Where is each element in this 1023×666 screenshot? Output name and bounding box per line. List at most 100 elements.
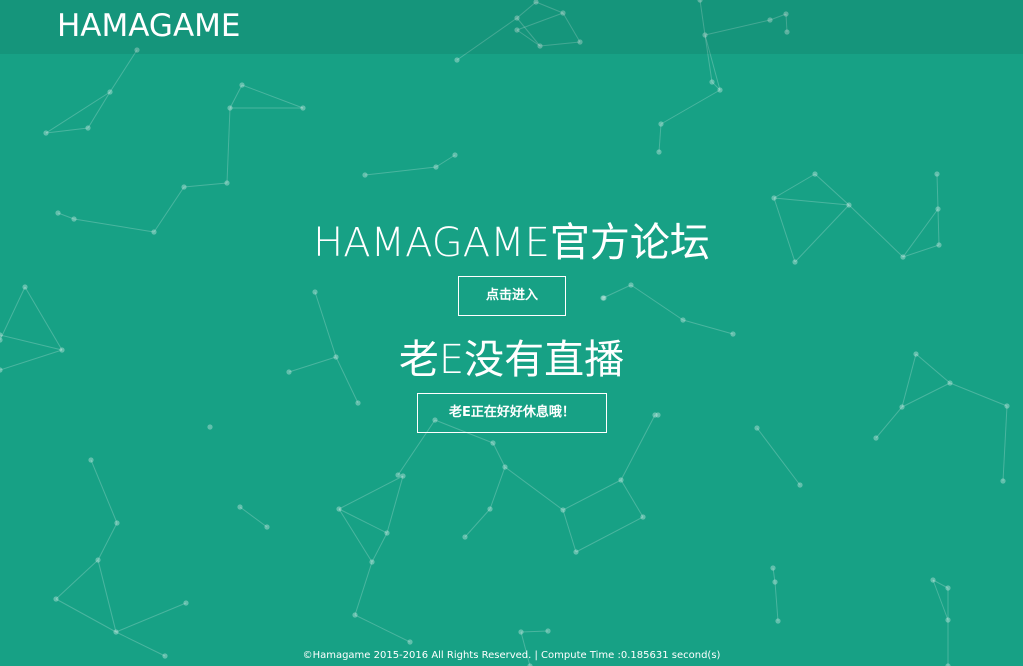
network-dot xyxy=(300,105,306,111)
network-dot xyxy=(628,282,634,288)
network-line xyxy=(682,319,734,335)
network-line xyxy=(489,466,506,510)
network-line xyxy=(371,532,388,563)
network-dot xyxy=(400,473,406,479)
page: HAMAGAME HAMAGAME官方论坛 点击进入 老E没有直播 老E正在好好… xyxy=(0,0,1023,666)
network-dot xyxy=(181,184,187,190)
network-line xyxy=(602,284,632,299)
network-dot xyxy=(945,585,951,591)
network-line xyxy=(575,516,644,553)
network-dot xyxy=(395,472,401,478)
network-dot xyxy=(224,180,230,186)
network-dot xyxy=(656,149,662,155)
network-dot xyxy=(873,435,879,441)
network-dot xyxy=(655,412,661,418)
network-dot xyxy=(775,618,781,624)
network-dot xyxy=(95,557,101,563)
network-line xyxy=(620,479,644,518)
network-dot xyxy=(362,172,368,178)
network-line xyxy=(97,522,118,561)
network-dot xyxy=(797,482,803,488)
network-dot xyxy=(560,507,566,513)
network-dot xyxy=(312,289,318,295)
network-line xyxy=(55,559,99,600)
network-line xyxy=(229,84,243,109)
network-dot xyxy=(114,520,120,526)
network-dot xyxy=(336,506,342,512)
network-line xyxy=(630,284,684,321)
network-line xyxy=(386,475,404,534)
network-dot xyxy=(55,210,61,216)
network-line xyxy=(562,479,622,511)
network-line xyxy=(1002,405,1008,482)
network-dot xyxy=(573,549,579,555)
network-dot xyxy=(487,506,493,512)
network-line xyxy=(773,173,816,199)
network-dot xyxy=(812,171,818,177)
live-status-button[interactable]: 老E正在好好休息哦！ xyxy=(417,393,607,433)
network-dot xyxy=(407,639,413,645)
network-dot xyxy=(945,617,951,623)
network-line xyxy=(936,173,939,210)
network-dot xyxy=(85,125,91,131)
forum-title: HAMAGAME官方论坛 xyxy=(313,220,710,266)
network-dot xyxy=(355,400,361,406)
network-line xyxy=(226,107,231,184)
network-dot xyxy=(53,596,59,602)
network-dot xyxy=(433,164,439,170)
network-line xyxy=(756,427,801,486)
enter-forum-button[interactable]: 点击进入 xyxy=(458,276,566,316)
network-line xyxy=(97,559,117,633)
network-dot xyxy=(207,424,213,430)
top-navbar: HAMAGAME xyxy=(0,0,1023,54)
network-line xyxy=(773,197,850,206)
network-line xyxy=(814,173,850,206)
network-dot xyxy=(772,579,778,585)
network-line xyxy=(354,561,373,616)
network-dot xyxy=(1000,478,1006,484)
network-line xyxy=(620,414,656,481)
network-dot xyxy=(352,612,358,618)
network-line xyxy=(364,166,437,176)
network-line xyxy=(109,49,138,93)
brand-logo-link[interactable]: HAMAGAME xyxy=(57,7,241,45)
live-status-title: 老E没有直播 xyxy=(398,337,625,383)
network-dot xyxy=(462,534,468,540)
network-dot xyxy=(771,195,777,201)
network-line xyxy=(87,91,111,129)
network-line xyxy=(241,84,304,109)
network-line xyxy=(901,382,951,408)
network-line xyxy=(492,442,506,468)
network-dot xyxy=(490,440,496,446)
network-dot xyxy=(237,504,243,510)
network-dot xyxy=(930,577,936,583)
network-dot xyxy=(502,464,508,470)
network-line xyxy=(354,614,411,643)
network-line xyxy=(504,466,564,511)
network-line xyxy=(658,123,662,153)
network-line xyxy=(55,598,117,633)
network-line xyxy=(520,630,549,633)
network-dot xyxy=(183,600,189,606)
network-dot xyxy=(264,524,270,530)
network-line xyxy=(562,509,577,553)
network-dot xyxy=(454,57,460,63)
network-dot xyxy=(934,171,940,177)
network-line xyxy=(949,382,1008,407)
network-line xyxy=(774,581,779,622)
network-dot xyxy=(935,206,941,212)
network-line xyxy=(183,182,228,188)
network-line xyxy=(239,506,268,528)
network-dot xyxy=(618,477,624,483)
network-dot xyxy=(846,202,852,208)
network-line xyxy=(932,579,949,621)
network-dot xyxy=(1004,403,1010,409)
network-dot xyxy=(601,295,607,301)
network-dot xyxy=(88,457,94,463)
network-dot xyxy=(227,105,233,111)
network-dot xyxy=(384,530,390,536)
network-line xyxy=(90,459,118,524)
network-dot xyxy=(518,629,524,635)
network-dot xyxy=(43,130,49,136)
network-dot xyxy=(770,565,776,571)
